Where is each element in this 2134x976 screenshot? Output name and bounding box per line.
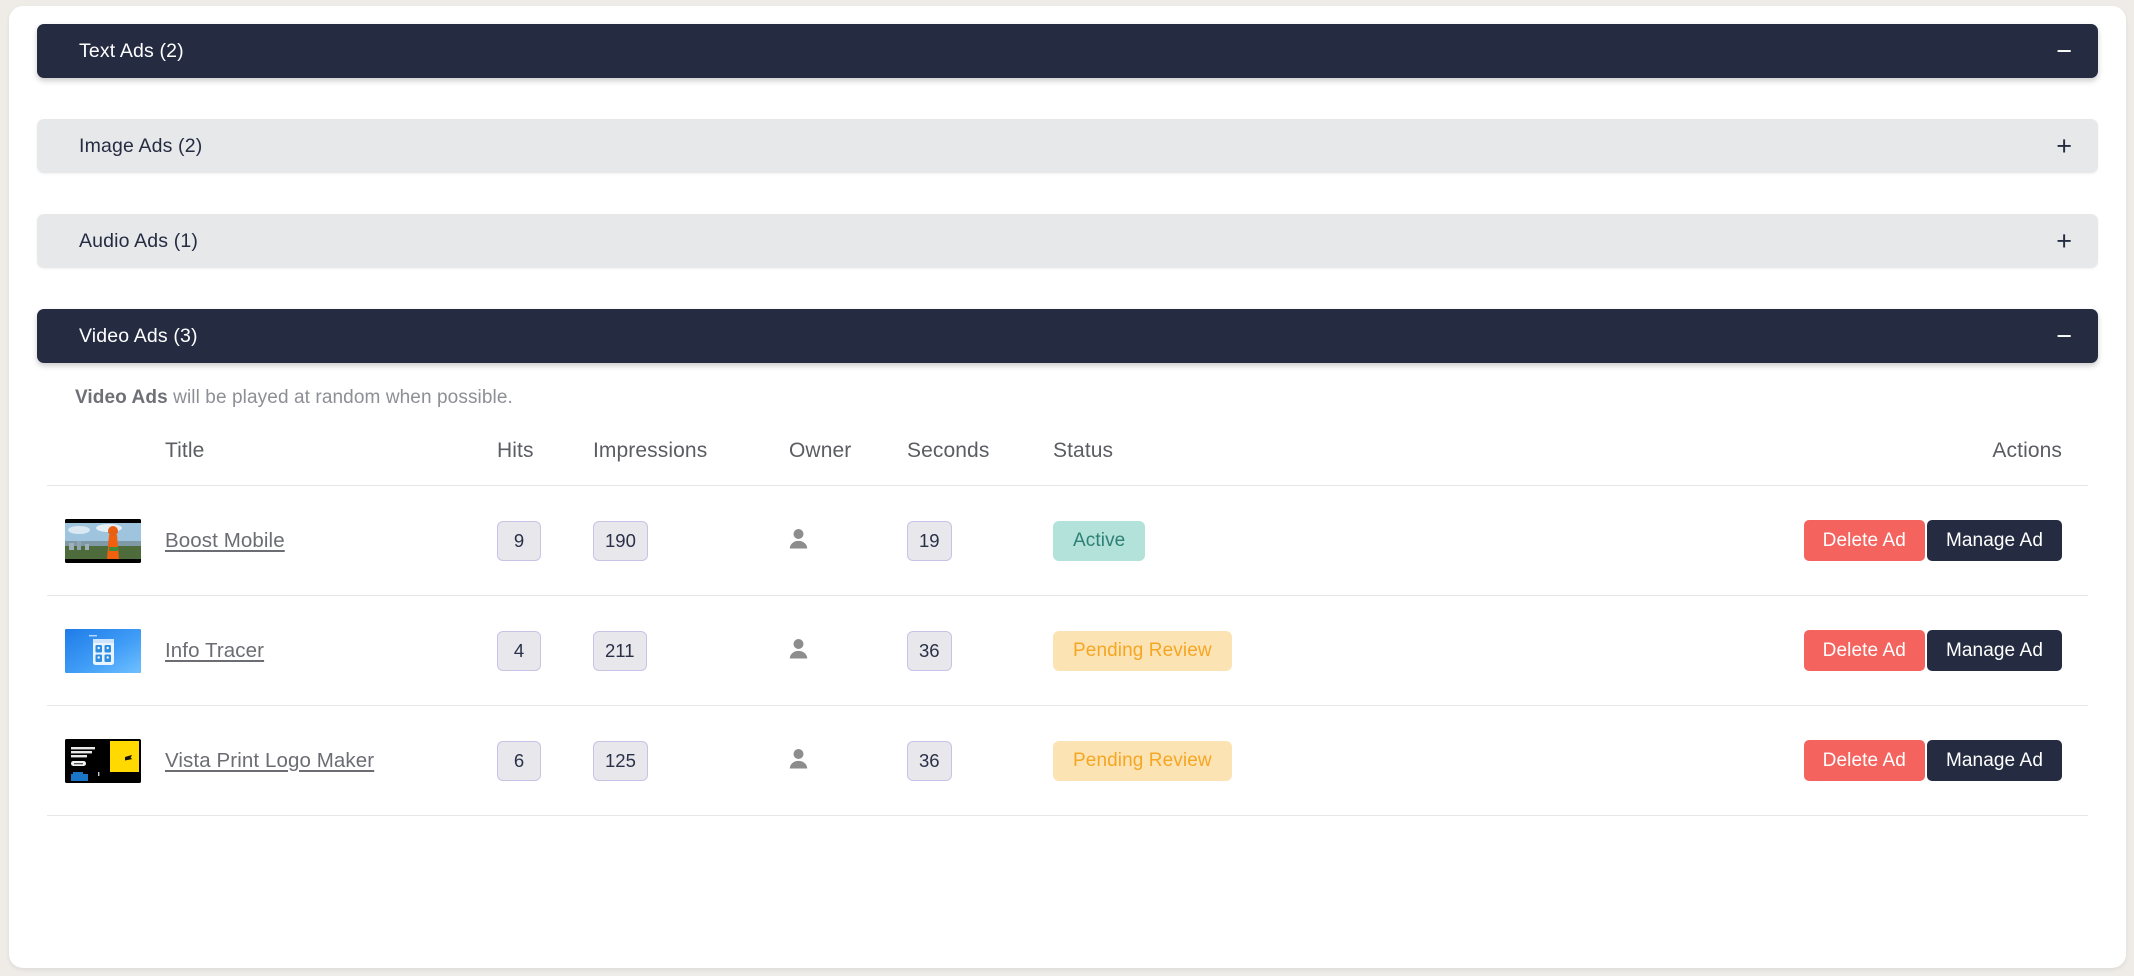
accordion-header-text-ads[interactable]: Text Ads (2) − bbox=[37, 24, 2098, 78]
boost-mobile-thumbnail[interactable] bbox=[65, 518, 141, 563]
cell-seconds: 36 bbox=[907, 595, 1053, 706]
table-head: Title Hits Impressions Owner Seconds Sta… bbox=[47, 433, 2088, 486]
delete-ad-button[interactable]: Delete Ad bbox=[1803, 520, 1925, 561]
minus-icon[interactable]: − bbox=[2056, 37, 2072, 65]
person-icon bbox=[789, 638, 808, 664]
cell-title: Vista Print Logo Maker bbox=[165, 705, 497, 816]
cell-status: Pending Review bbox=[1053, 595, 1523, 706]
cell-hits: 6 bbox=[497, 705, 593, 816]
accordion-header-video-ads[interactable]: Video Ads (3) − bbox=[37, 309, 2098, 363]
impressions-pill: 190 bbox=[593, 520, 648, 561]
table-row: Info Tracer 4 211 36 Pending Review Dele… bbox=[47, 595, 2088, 706]
column-header-owner: Owner bbox=[789, 439, 852, 462]
table-row: Vista Print Logo Maker 6 125 36 Pending … bbox=[47, 705, 2088, 816]
cell-impressions: 190 bbox=[593, 485, 789, 596]
cell-actions: Delete Ad Manage Ad bbox=[1523, 485, 2088, 596]
accordion-title-video-ads: Video Ads (3) bbox=[79, 324, 198, 347]
cell-thumbnail bbox=[47, 595, 165, 706]
cell-impressions: 125 bbox=[593, 705, 789, 816]
card-inner: Text Ads (2) − Image Ads (2) + Audio Ads… bbox=[9, 6, 2126, 816]
seconds-pill: 36 bbox=[907, 630, 952, 671]
accordion-title-text-ads: Text Ads (2) bbox=[79, 39, 184, 62]
video-ads-table: Title Hits Impressions Owner Seconds Sta… bbox=[47, 433, 2088, 816]
table-row: Boost Mobile 9 190 19 Active Delete Ad M… bbox=[47, 485, 2088, 596]
delete-ad-button[interactable]: Delete Ad bbox=[1803, 630, 1925, 671]
person-icon bbox=[789, 748, 808, 774]
hits-pill: 6 bbox=[497, 740, 541, 781]
cell-owner bbox=[789, 595, 907, 706]
info-tracer-thumbnail[interactable] bbox=[65, 628, 141, 673]
column-header-status: Status bbox=[1053, 439, 1114, 462]
panel-note-strong: Video Ads bbox=[75, 387, 168, 408]
impressions-pill: 125 bbox=[593, 740, 648, 781]
manage-ad-button[interactable]: Manage Ad bbox=[1926, 630, 2062, 671]
cell-owner bbox=[789, 705, 907, 816]
cell-seconds: 19 bbox=[907, 485, 1053, 596]
ad-title-link[interactable]: Vista Print Logo Maker bbox=[165, 749, 374, 772]
column-header-actions: Actions bbox=[1992, 439, 2062, 462]
actions-group: Delete Ad Manage Ad bbox=[1523, 740, 2062, 781]
status-badge: Pending Review bbox=[1053, 740, 1232, 781]
column-header-hits: Hits bbox=[497, 439, 534, 462]
column-header-impressions: Impressions bbox=[593, 439, 708, 462]
cell-actions: Delete Ad Manage Ad bbox=[1523, 705, 2088, 816]
hits-pill: 4 bbox=[497, 630, 541, 671]
impressions-pill: 211 bbox=[593, 630, 647, 671]
cell-owner bbox=[789, 485, 907, 596]
cell-status: Pending Review bbox=[1053, 705, 1523, 816]
table-body: Boost Mobile 9 190 19 Active Delete Ad M… bbox=[47, 485, 2088, 816]
column-header-title: Title bbox=[165, 439, 205, 462]
hits-pill: 9 bbox=[497, 520, 541, 561]
accordion-header-image-ads[interactable]: Image Ads (2) + bbox=[37, 119, 2098, 173]
plus-icon[interactable]: + bbox=[2056, 132, 2072, 160]
status-badge: Pending Review bbox=[1053, 630, 1232, 671]
table-header-row: Title Hits Impressions Owner Seconds Sta… bbox=[47, 433, 2088, 486]
ad-title-link[interactable]: Info Tracer bbox=[165, 639, 264, 662]
minus-icon[interactable]: − bbox=[2056, 322, 2072, 350]
main-card: Text Ads (2) − Image Ads (2) + Audio Ads… bbox=[9, 6, 2126, 968]
seconds-pill: 36 bbox=[907, 740, 952, 781]
plus-icon[interactable]: + bbox=[2056, 227, 2072, 255]
actions-group: Delete Ad Manage Ad bbox=[1523, 520, 2062, 561]
actions-group: Delete Ad Manage Ad bbox=[1523, 630, 2062, 671]
cell-seconds: 36 bbox=[907, 705, 1053, 816]
column-header-seconds: Seconds bbox=[907, 439, 990, 462]
cell-thumbnail bbox=[47, 485, 165, 596]
seconds-pill: 19 bbox=[907, 520, 952, 561]
accordion-title-image-ads: Image Ads (2) bbox=[79, 134, 203, 157]
cell-hits: 9 bbox=[497, 485, 593, 596]
person-icon bbox=[789, 528, 808, 554]
video-ads-panel: Video Ads will be played at random when … bbox=[37, 387, 2098, 816]
manage-ad-button[interactable]: Manage Ad bbox=[1926, 520, 2062, 561]
cell-actions: Delete Ad Manage Ad bbox=[1523, 595, 2088, 706]
cell-impressions: 211 bbox=[593, 595, 789, 706]
ad-title-link[interactable]: Boost Mobile bbox=[165, 529, 285, 552]
cell-title: Boost Mobile bbox=[165, 485, 497, 596]
accordion-header-audio-ads[interactable]: Audio Ads (1) + bbox=[37, 214, 2098, 268]
vista-print-thumbnail[interactable] bbox=[65, 738, 141, 783]
cell-status: Active bbox=[1053, 485, 1523, 596]
cell-hits: 4 bbox=[497, 595, 593, 706]
manage-ad-button[interactable]: Manage Ad bbox=[1926, 740, 2062, 781]
cell-title: Info Tracer bbox=[165, 595, 497, 706]
accordion-title-audio-ads: Audio Ads (1) bbox=[79, 229, 199, 252]
delete-ad-button[interactable]: Delete Ad bbox=[1803, 740, 1925, 781]
panel-note-rest: will be played at random when possible. bbox=[167, 387, 513, 408]
column-header-thumbnail bbox=[47, 433, 165, 486]
cell-thumbnail bbox=[47, 705, 165, 816]
panel-note: Video Ads will be played at random when … bbox=[75, 387, 2088, 409]
status-badge: Active bbox=[1053, 520, 1146, 561]
